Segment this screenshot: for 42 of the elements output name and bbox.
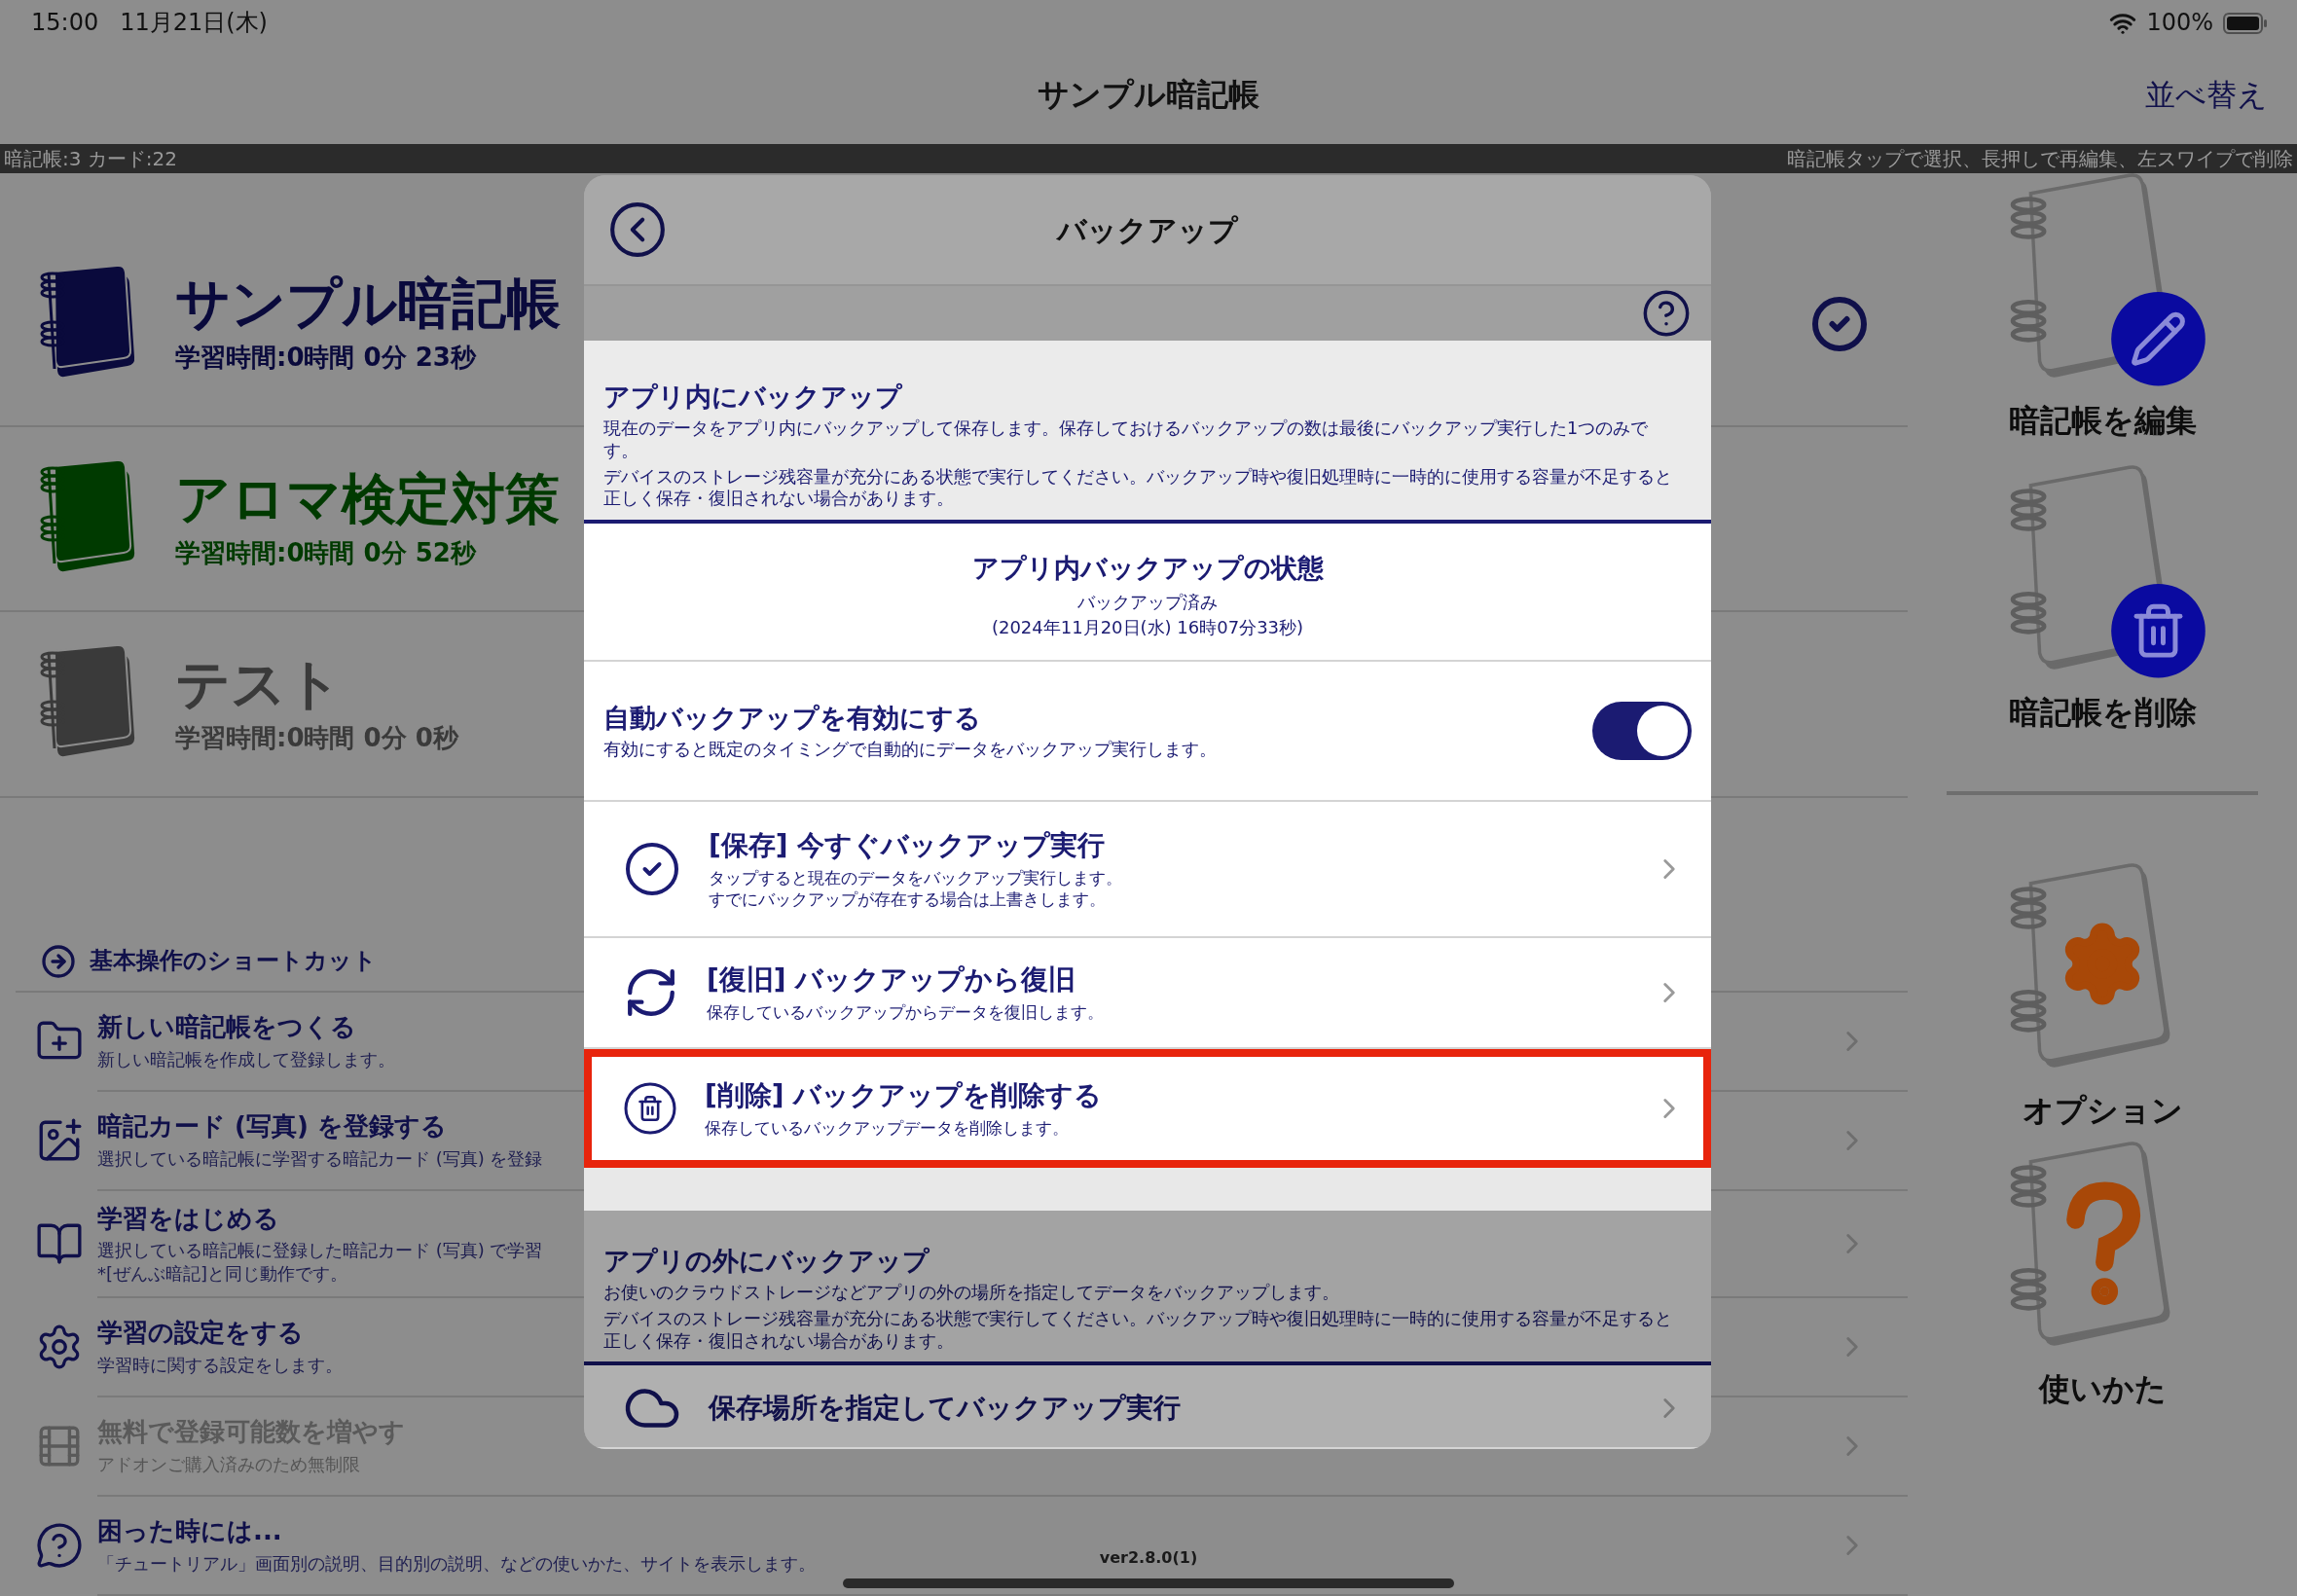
version-label: ver2.8.0(1) (1099, 1548, 1198, 1569)
section-title: アプリの外にバックアップ (603, 1244, 930, 1278)
action-description: 保存しているバックアップデータを削除します。 (705, 1117, 1069, 1140)
toggle-description: 有効にすると既定のタイミングで自動的にデータをバックアップ実行します。 (603, 739, 1217, 761)
action-note: すでにバックアップが存在する場合は上書きします。 (709, 889, 1106, 911)
action-title: [復旧] バックアップから復旧 (707, 961, 1076, 998)
status-title: アプリ内バックアップの状態 (971, 552, 1324, 586)
section-title: アプリ内にバックアップ (603, 381, 903, 414)
status-state: バックアップ済み (1077, 591, 1218, 614)
study-time: 学習時間:0時間 0分 0秒 (175, 721, 458, 754)
action-title: 保存場所を指定してバックアップ実行 (709, 1391, 1181, 1427)
section-description: デバイスのストレージ残容量が充分にある状態で実行してください。バックアップ時や復旧処理時に一時的に使用する容量が不足すると正しく保存・復旧されない場合があります。 (603, 465, 1673, 511)
battery-percent: 100% (2146, 8, 2213, 39)
action-description: 保存しているバックアップからデータを復旧します。 (707, 1001, 1104, 1024)
action-title: [保存] 今すぐバックアップ実行 (709, 827, 1106, 863)
shortcut-title: 学習をはじめる (97, 1202, 279, 1235)
study-time: 学習時間:0時間 0分 23秒 (175, 341, 476, 374)
nav-title: サンプル暗記帳 (1038, 75, 1259, 116)
count-label: 暗記帳:3 カード:22 (4, 146, 177, 171)
action-description: タップすると現在のデータをバックアップ実行します。 (709, 867, 1122, 889)
status-time: 15:00 (31, 8, 99, 39)
shortcut-title: 暗記カード (写真) を登録する (97, 1110, 447, 1143)
shortcut-description: 選択している暗記帳に登録した暗記カード (写真) で学習 (97, 1239, 543, 1262)
shortcut-title: 新しい暗記帳をつくる (97, 1011, 356, 1043)
hint-text: 暗記帳タップで選択、長押しで再編集、左スワイプで削除 (1787, 146, 2293, 171)
status-date: 11月21日(木) (120, 8, 268, 39)
status-timestamp: (2024年11月20日(水) 16時07分33秒) (991, 615, 1304, 639)
shortcut-title: 困った時には... (97, 1515, 282, 1548)
study-time: 学習時間:0時間 0分 52秒 (175, 536, 476, 569)
section-description: 現在のデータをアプリ内にバックアップして保存します。保存しておけるバックアップの数は最後にバックアップ実行した1つのみです。 (603, 417, 1650, 462)
action-title: [削除] バックアップを削除する (705, 1077, 1103, 1113)
section-description: お使いのクラウドストレージなどアプリの外の場所を指定してデータをバックアップします。 (603, 1282, 1340, 1304)
shortcut-description: 「チュートリアル」画面別の説明、目的別の説明、などの使いかた、サイトを表示します。 (97, 1552, 816, 1576)
shortcuts-title: 基本操作のショートカット (90, 946, 377, 976)
shortcut-note: *[ぜんぶ暗記]と同じ動作です。 (97, 1261, 348, 1286)
section-description: デバイスのストレージ残容量が充分にある状態で実行してください。バックアップ時や復旧処理時に一時的に使用する容量が不足すると正しく保存・復旧されない場合があります。 (603, 1307, 1673, 1353)
shortcut-description: 新しい暗記帳を作成して登録します。 (97, 1047, 395, 1071)
shortcut-title: 学習の設定をする (97, 1317, 304, 1350)
shortcut-description: 学習時に関する設定をします。 (97, 1354, 343, 1377)
shortcut-description: 選択している暗記帳に学習する暗記カード (写真) を登録 (97, 1146, 543, 1171)
toggle-title: 自動バックアップを有効にする (603, 702, 981, 736)
modal-title: バックアップ (1057, 211, 1238, 249)
